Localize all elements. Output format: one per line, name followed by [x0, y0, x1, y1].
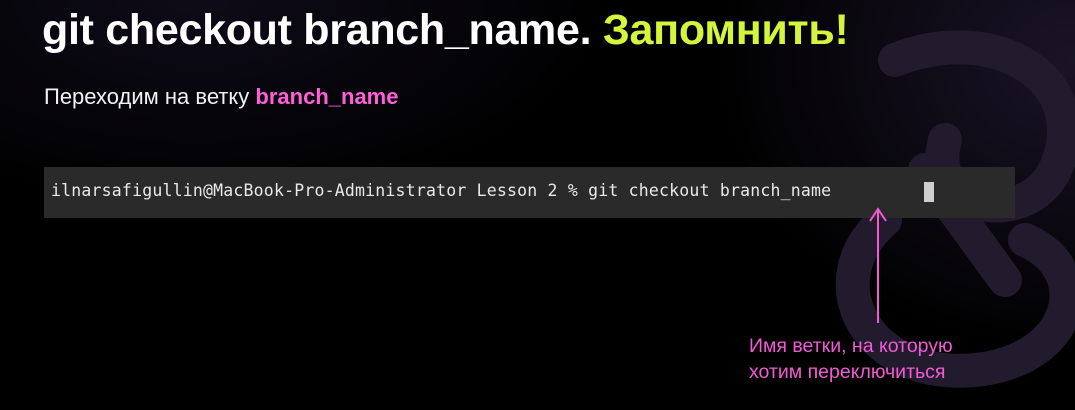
subtitle-branch-name: branch_name: [255, 84, 399, 109]
terminal-cursor: [924, 182, 934, 202]
title-command: git checkout branch_name.: [42, 6, 592, 54]
terminal-command-line: ilnarsafigullin@MacBook-Pro-Administrato…: [51, 181, 832, 200]
title-accent: Запомнить!: [602, 6, 849, 54]
annotation-callout: Имя ветки, на которую хотим переключитьс…: [749, 333, 953, 385]
annotation-line-1: Имя ветки, на которую: [749, 335, 953, 357]
subtitle-text: Переходим на ветку: [44, 84, 250, 109]
slide-subtitle: Переходим на ветку branch_name: [44, 84, 398, 110]
pointer-arrow-icon: [869, 207, 887, 323]
annotation-line-2: хотим переключиться: [749, 361, 946, 383]
slide-title: git checkout branch_name. Запомнить!: [42, 6, 849, 55]
